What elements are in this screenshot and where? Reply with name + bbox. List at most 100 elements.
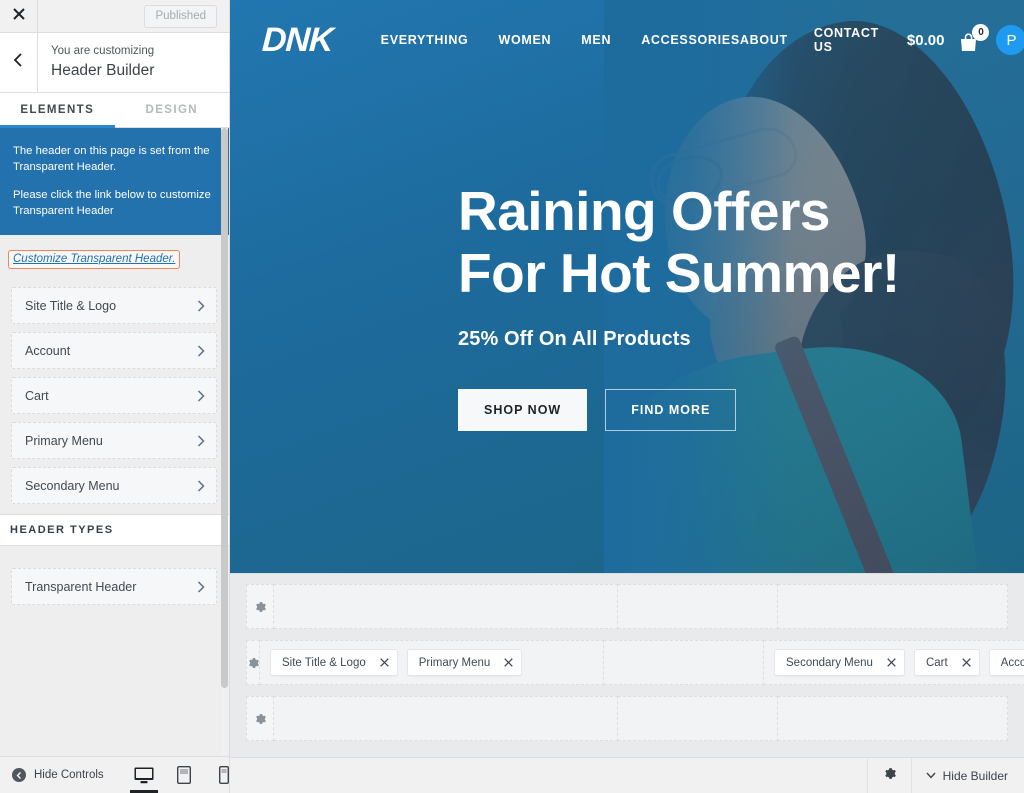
- page-title: Header Builder: [51, 62, 155, 79]
- shop-now-button[interactable]: SHOP NOW: [458, 389, 588, 431]
- builder-col-left[interactable]: [274, 696, 618, 741]
- device-preview-switcher: [130, 761, 235, 793]
- remove-icon[interactable]: [504, 658, 514, 667]
- remove-icon[interactable]: [961, 658, 971, 667]
- element-label: Cart: [25, 388, 49, 403]
- hide-controls-button[interactable]: Hide Controls: [0, 768, 104, 782]
- chevron-right-icon: [197, 344, 205, 357]
- sidebar-item-account[interactable]: Account: [11, 332, 217, 369]
- builder-chip-secondary-menu[interactable]: Secondary Menu: [774, 649, 905, 676]
- cart-count-badge: 0: [972, 24, 990, 41]
- avatar[interactable]: P: [996, 25, 1024, 55]
- chevron-down-icon: [926, 772, 936, 779]
- hide-builder-button[interactable]: Hide Builder: [910, 758, 1024, 793]
- chip-label: Secondary Menu: [786, 656, 873, 669]
- nav-item-everything[interactable]: EVERYTHING: [381, 33, 469, 47]
- cart-button[interactable]: 0: [958, 24, 990, 52]
- row-settings-button[interactable]: [246, 584, 274, 629]
- site-logo[interactable]: DNK: [261, 21, 334, 60]
- published-button[interactable]: Published: [144, 4, 217, 28]
- tab-elements[interactable]: ELEMENTS: [0, 93, 115, 128]
- builder-toolbar: Hide Builder: [230, 757, 1024, 793]
- cart-total: $0.00: [906, 31, 945, 49]
- builder-chip-site-title-logo[interactable]: Site Title & Logo: [270, 649, 398, 676]
- sidebar-topbar: Published: [0, 0, 229, 33]
- sidebar-item-primary-menu[interactable]: Primary Menu: [11, 422, 217, 459]
- sidebar-scroll-area: The header on this page is set from the …: [0, 128, 229, 756]
- sidebar-header: You are customizing Header Builder: [0, 33, 229, 93]
- builder-col-left[interactable]: [274, 584, 618, 629]
- builder-col-right[interactable]: [778, 696, 1008, 741]
- builder-col-center[interactable]: [618, 696, 778, 741]
- hero-title-line-2: For Hot Summer!: [458, 242, 900, 304]
- chevron-right-icon: [197, 299, 205, 312]
- row-columns: Site Title & Logo Primary Menu Secondary…: [260, 640, 1024, 685]
- scrollbar-thumb[interactable]: [221, 128, 228, 688]
- hero-title: Raining Offers For Hot Summer!: [458, 180, 1024, 304]
- collapse-icon: [12, 768, 26, 782]
- chip-label: Account: [1000, 656, 1024, 669]
- customize-transparent-header-link[interactable]: Customize Transparent Header.: [8, 250, 181, 269]
- element-label: Account: [25, 343, 71, 358]
- builder-chip-account[interactable]: Account: [988, 649, 1024, 676]
- sidebar-scrollbar[interactable]: [221, 128, 228, 756]
- row-columns: [274, 584, 1008, 629]
- chip-label: Cart: [925, 656, 948, 669]
- tab-design[interactable]: DESIGN: [115, 93, 230, 127]
- close-customizer-button[interactable]: [0, 0, 38, 32]
- back-button[interactable]: [0, 33, 38, 92]
- hero-subtitle: 25% Off On All Products: [458, 328, 691, 350]
- builder-chip-cart[interactable]: Cart: [913, 649, 980, 676]
- row-settings-button[interactable]: [246, 696, 274, 741]
- primary-menu: EVERYTHING WOMEN MEN ACCESSORIES: [381, 33, 740, 47]
- panel-heading: You are customizing Header Builder: [38, 33, 154, 92]
- chevron-right-icon: [197, 434, 205, 447]
- builder-rows: Site Title & Logo Primary Menu Secondary…: [230, 574, 1024, 757]
- device-desktop-button[interactable]: [130, 761, 158, 793]
- elements-list: Site Title & Logo Account Cart Primary M…: [0, 279, 229, 504]
- nav-item-accessories[interactable]: ACCESSORIES: [641, 33, 740, 47]
- row-columns: [274, 696, 1008, 741]
- builder-settings-button[interactable]: [866, 758, 911, 793]
- customizer-app: Published You are customizing Header Bui…: [0, 0, 1024, 793]
- builder-row-bottom: [246, 696, 1008, 741]
- nav-item-about[interactable]: ABOUT: [740, 33, 788, 47]
- hero-buttons: SHOP NOW FIND MORE: [458, 389, 1024, 431]
- builder-col-right[interactable]: [778, 584, 1008, 629]
- sidebar-item-secondary-menu[interactable]: Secondary Menu: [11, 467, 217, 504]
- section-label: HEADER TYPES: [10, 524, 114, 536]
- sidebar-footer: Hide Controls: [0, 756, 229, 793]
- gear-icon: [254, 713, 266, 725]
- customizing-label: You are customizing: [51, 45, 155, 57]
- sidebar-item-cart[interactable]: Cart: [11, 377, 217, 414]
- chevron-right-icon: [197, 580, 205, 593]
- header-type-label: Transparent Header: [25, 579, 137, 594]
- mobile-icon: [219, 766, 229, 784]
- gear-icon: [247, 657, 259, 669]
- tablet-icon: [177, 766, 191, 784]
- header-types-section-heading: HEADER TYPES: [0, 514, 229, 546]
- device-tablet-button[interactable]: [173, 761, 195, 789]
- builder-col-center[interactable]: [618, 584, 778, 629]
- transparent-header-notice: The header on this page is set from the …: [0, 128, 229, 235]
- nav-item-women[interactable]: WOMEN: [498, 33, 551, 47]
- builder-chip-primary-menu[interactable]: Primary Menu: [406, 649, 523, 676]
- builder-row-top: [246, 584, 1008, 629]
- remove-icon[interactable]: [887, 658, 896, 667]
- nav-item-men[interactable]: MEN: [581, 33, 611, 47]
- notice-line-2: Please click the link below to customize…: [13, 189, 211, 217]
- row-settings-button[interactable]: [246, 640, 260, 685]
- secondary-menu: ABOUT CONTACT US: [740, 26, 879, 54]
- sidebar-item-transparent-header[interactable]: Transparent Header: [11, 568, 217, 605]
- element-label: Site Title & Logo: [25, 298, 117, 313]
- builder-col-left[interactable]: Site Title & Logo Primary Menu: [260, 640, 604, 685]
- nav-item-contact-us[interactable]: CONTACT US: [814, 26, 879, 54]
- header-builder-panel: Site Title & Logo Primary Menu Secondary…: [230, 573, 1024, 793]
- builder-col-right[interactable]: Secondary Menu Cart Acco: [764, 640, 1024, 685]
- remove-icon[interactable]: [379, 658, 389, 667]
- sidebar-item-site-title-logo[interactable]: Site Title & Logo: [11, 287, 217, 324]
- hide-controls-label: Hide Controls: [34, 769, 104, 781]
- find-more-button[interactable]: FIND MORE: [605, 389, 737, 431]
- hero-content: Raining Offers For Hot Summer! 25% Off O…: [230, 80, 1024, 431]
- builder-col-center[interactable]: [604, 640, 764, 685]
